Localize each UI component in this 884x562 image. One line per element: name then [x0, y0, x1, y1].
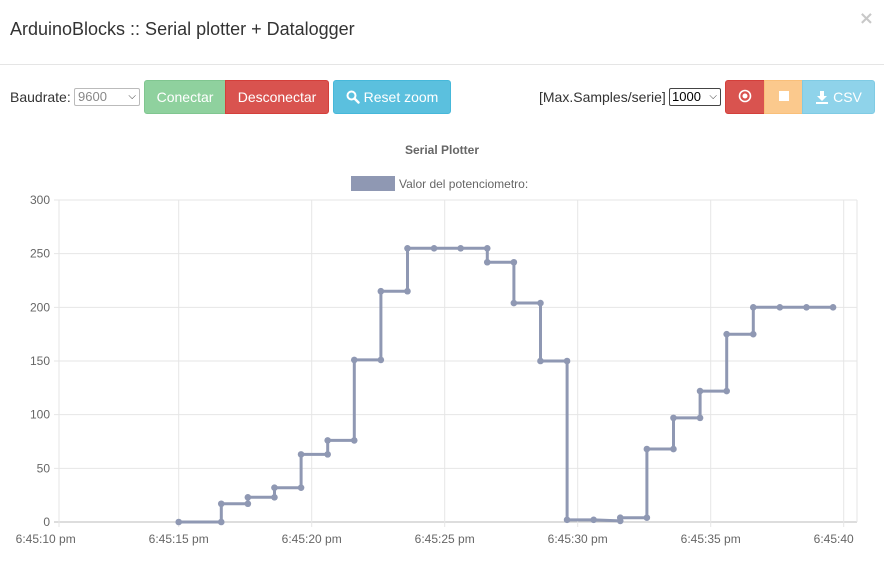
x-tick-label: 6:45:20 pm [282, 532, 342, 546]
data-point [483, 245, 491, 252]
data-point [324, 451, 331, 458]
data-point [430, 245, 438, 252]
data-point [537, 357, 544, 365]
data-point [563, 516, 571, 524]
y-tick-label: 50 [37, 461, 51, 475]
data-point [510, 299, 518, 307]
chart-legend[interactable]: Valor del potenciometro: [351, 176, 528, 191]
data-point [723, 387, 730, 395]
data-point [217, 518, 225, 526]
data-point [829, 304, 837, 311]
data-point [404, 245, 411, 252]
legend-swatch [351, 176, 395, 191]
data-point [217, 500, 225, 508]
data-point [350, 437, 358, 444]
close-icon[interactable]: × [859, 8, 874, 29]
data-point [271, 494, 278, 501]
data-point [377, 287, 385, 295]
x-tick-label: 6:45:30 pm [548, 532, 608, 546]
serial-plot-chart[interactable]: Serial Plotter Valor del potenciometro: … [0, 130, 884, 555]
data-point [803, 304, 810, 311]
chevron-down-icon: ⌵ [128, 91, 136, 102]
y-tick-label: 300 [30, 193, 50, 207]
series-line [178, 246, 834, 524]
modal-header: ArduinoBlocks :: Serial plotter + Datalo… [0, 0, 884, 65]
stop-button[interactable] [764, 80, 803, 114]
x-tick-label: 6:45:40 pm [814, 532, 874, 546]
window-title: ArduinoBlocks :: Serial plotter + Datalo… [10, 19, 355, 39]
baudrate-select[interactable]: 9600 ⌵ [74, 88, 140, 106]
y-tick-label: 250 [30, 247, 50, 261]
data-point [457, 245, 464, 252]
data-point [563, 357, 571, 365]
data-point [696, 387, 704, 395]
data-point [776, 304, 784, 311]
record-icon [738, 89, 752, 106]
data-point [483, 258, 491, 266]
csv-button[interactable]: CSV [802, 80, 875, 114]
data-point [643, 514, 651, 522]
download-icon [815, 90, 829, 104]
series-potentiometer [175, 245, 837, 526]
x-tick-label: 6:45:25 pm [415, 532, 475, 546]
data-point [271, 484, 278, 491]
x-tick-label: 6:45:15 pm [149, 532, 209, 546]
chevron-down-icon: ⌵ [709, 91, 717, 102]
max-samples-value: 1000 [672, 89, 701, 104]
data-point [297, 451, 305, 458]
data-point [244, 500, 252, 508]
reset-zoom-button[interactable]: Reset zoom [333, 80, 451, 114]
y-tick-label: 200 [30, 300, 50, 314]
data-point [616, 514, 624, 522]
stop-icon [778, 89, 790, 105]
x-axis: 6:45:10 pm 6:45:15 pm 6:45:20 pm 6:45:25 pm… [16, 532, 874, 546]
data-point [696, 414, 704, 422]
data-point [175, 518, 182, 526]
data-point [297, 484, 305, 491]
disconnect-button[interactable]: Desconectar [225, 80, 329, 114]
y-tick-label: 150 [30, 354, 50, 368]
chart-title: Serial Plotter [405, 143, 479, 157]
data-point [350, 356, 358, 364]
data-point [670, 445, 677, 453]
y-tick-label: 0 [43, 515, 50, 529]
data-point [643, 445, 651, 453]
disconnect-label: Desconectar [237, 89, 317, 105]
baudrate-label: Baudrate: [10, 89, 71, 105]
x-tick-label: 6:45:35 pm [681, 532, 741, 546]
connect-label: Conectar [156, 89, 214, 105]
data-point [749, 304, 757, 311]
x-tick-label: 6:45:10 pm [16, 532, 76, 546]
record-button[interactable] [725, 80, 765, 114]
baudrate-value: 9600 [78, 89, 107, 104]
csv-label: CSV [833, 89, 862, 105]
y-tick-label: 100 [30, 408, 50, 422]
data-point [723, 330, 730, 338]
data-point [377, 356, 385, 364]
reset-zoom-label: Reset zoom [363, 89, 439, 105]
data-point [537, 299, 544, 307]
data-point [670, 414, 677, 422]
data-point [404, 287, 411, 295]
data-point [590, 516, 597, 524]
search-icon [346, 90, 360, 104]
max-samples-select[interactable]: 1000 ⌵ [669, 88, 721, 106]
data-point [510, 258, 518, 266]
legend-label: Valor del potenciometro: [399, 177, 528, 191]
connect-button[interactable]: Conectar [144, 80, 226, 114]
toolbar: Baudrate: 9600 ⌵ Conectar Desconectar Re… [0, 80, 884, 114]
data-point [749, 330, 757, 338]
data-point [324, 437, 331, 444]
data-point [244, 494, 252, 501]
y-axis: 0 50 100 150 200 250 300 [30, 193, 50, 529]
max-samples-label: [Max.Samples/serie] [539, 89, 666, 105]
